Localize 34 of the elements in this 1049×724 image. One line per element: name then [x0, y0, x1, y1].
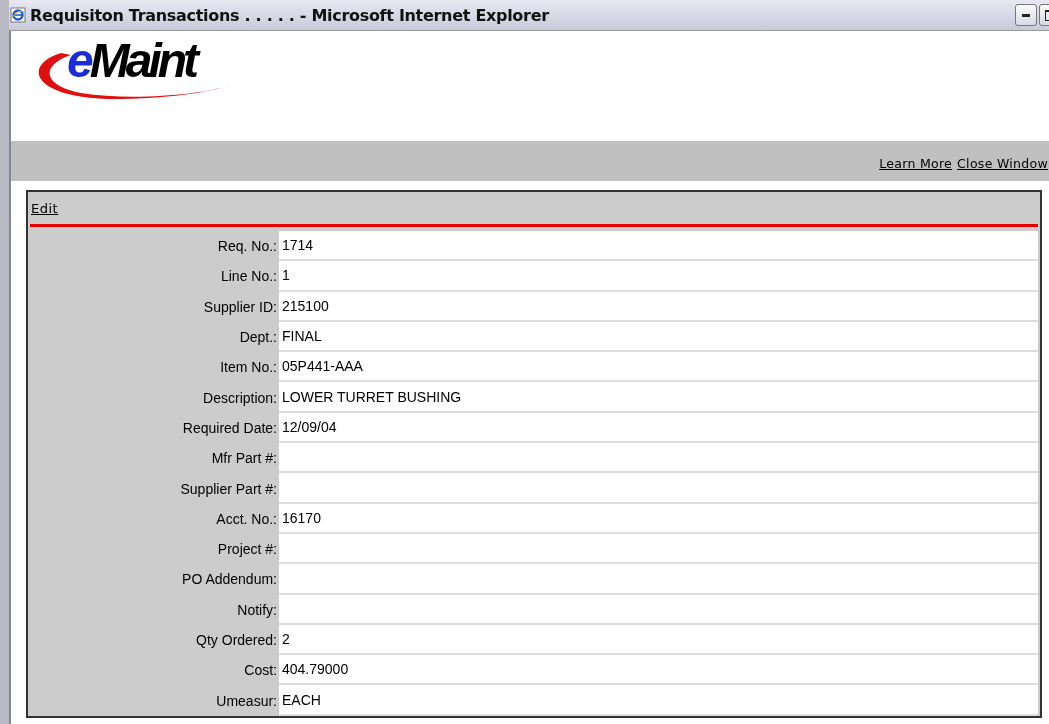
edit-link[interactable]: Edit	[31, 200, 59, 216]
window-title: Requisiton Transactions . . . . . - Microsoft Internet Explorer	[30, 5, 550, 25]
field-value: 05P441-AAA	[279, 352, 1038, 383]
field-label: Acct. No.:	[216, 510, 277, 527]
field-label: Required Date:	[182, 419, 277, 436]
field-label: Notify:	[237, 601, 277, 618]
field-label: Supplier Part #:	[180, 480, 277, 497]
field-label: Cost:	[244, 662, 277, 679]
field-value: 1714	[279, 231, 1038, 262]
field-value: FINAL	[279, 321, 1038, 353]
field-label: Line No.:	[220, 268, 277, 285]
field-label: PO Addendum:	[182, 571, 277, 588]
field-value: 12/09/04	[279, 412, 1038, 444]
field-value: 215100	[279, 291, 1038, 322]
minimize-button[interactable]	[1015, 4, 1037, 26]
field-label: Dept.:	[239, 329, 277, 346]
field-label: Description:	[203, 389, 277, 406]
field-value: 1	[279, 261, 1038, 292]
field-value: EACH	[279, 685, 1038, 716]
field-label: Qty Ordered:	[196, 632, 277, 648]
field-label: Umeasur:	[216, 692, 277, 709]
browser-icon	[10, 7, 26, 23]
header-link[interactable]: Close Window	[957, 156, 1048, 171]
field-value: 2	[279, 624, 1038, 656]
field-label: Supplier ID:	[203, 298, 277, 315]
field-value: LOWER TURRET BUSHING	[279, 382, 1038, 413]
field-value: 16170	[279, 503, 1038, 534]
minimize-icon	[1022, 13, 1030, 17]
field-label: Mfr Part #:	[211, 450, 277, 467]
header-link[interactable]: Learn More	[879, 156, 953, 171]
field-value: 404.79000	[279, 655, 1038, 686]
field-label: Req. No.:	[217, 238, 277, 255]
field-label: Project #:	[217, 541, 277, 558]
field-label: Item No.:	[220, 359, 277, 376]
